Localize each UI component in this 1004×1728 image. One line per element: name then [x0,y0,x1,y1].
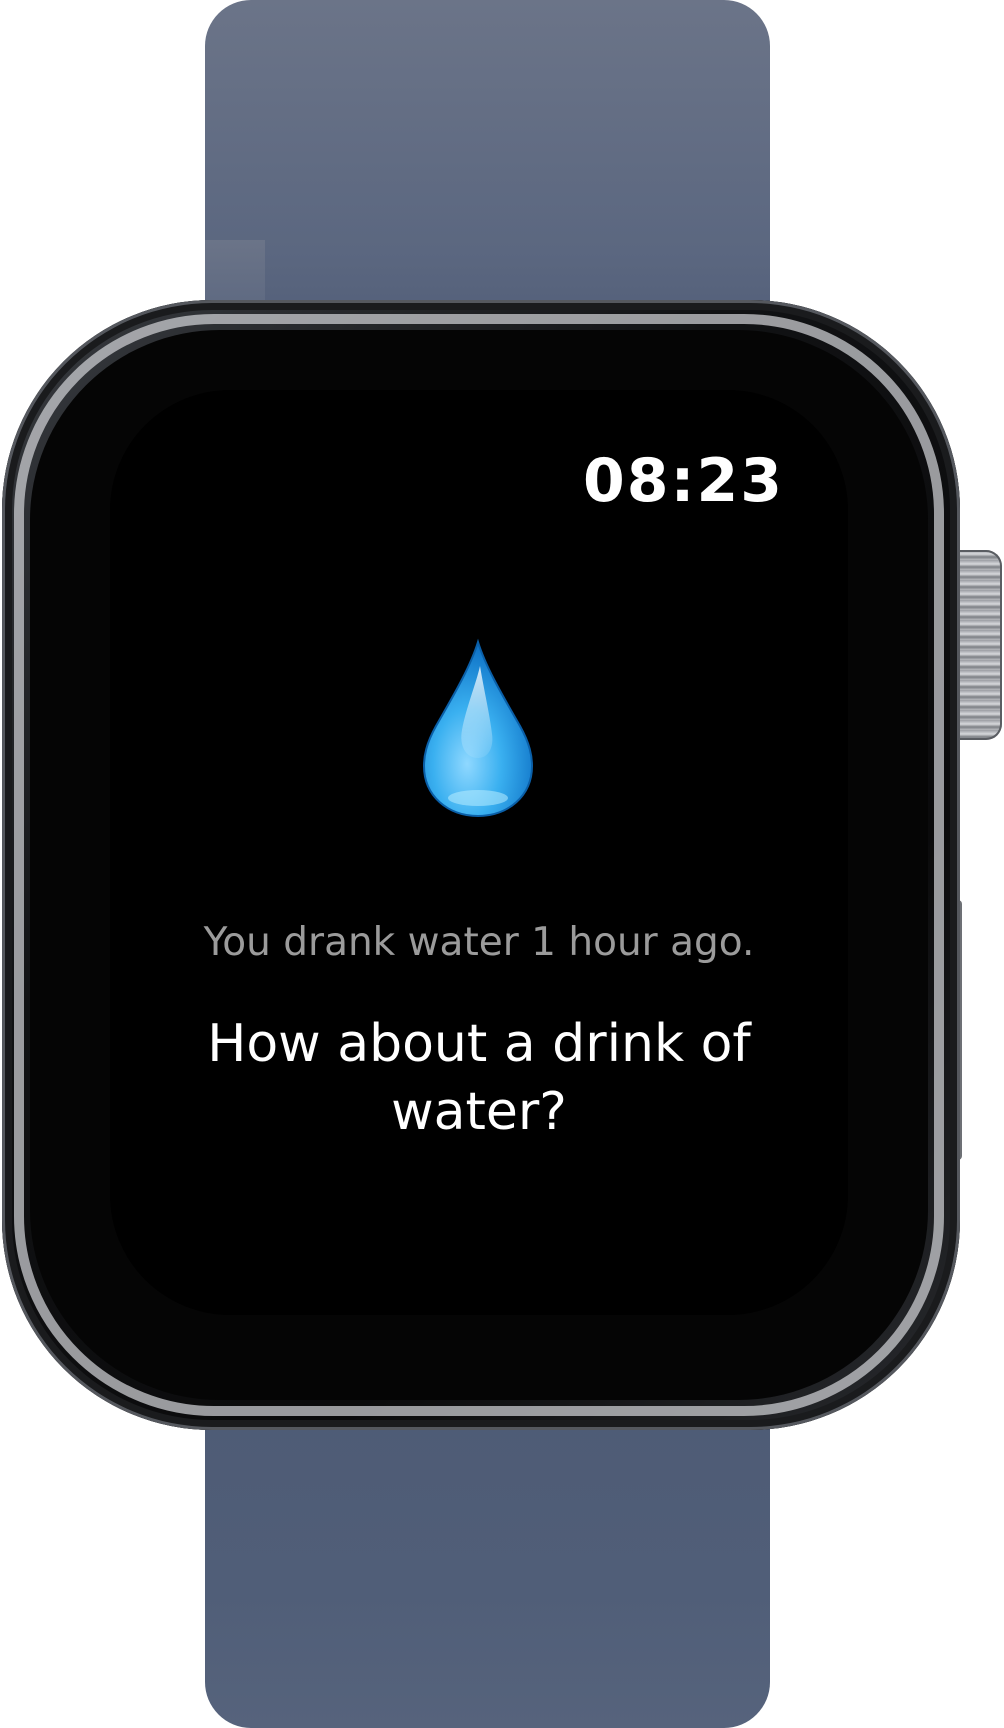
drink-prompt: How about a drink of water? [207,1014,751,1142]
water-drop-icon [422,638,534,818]
clock-time: 08:23 [583,446,784,516]
watch-band-bottom [205,1380,770,1728]
watch-screen: 08:23 You drank water 1 hour ago. How ab… [110,390,848,1315]
last-drink-text: You drank water 1 hour ago. [203,920,755,965]
